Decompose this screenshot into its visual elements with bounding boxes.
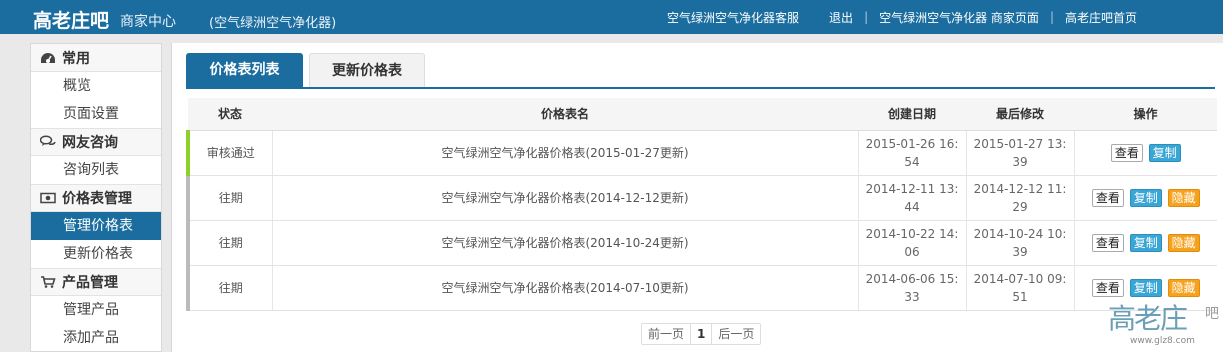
table-header-row: 状态 价格表名 创建日期 最后修改 操作 <box>188 98 1217 131</box>
created-date: 2014-10-22 14:06 <box>858 220 967 266</box>
table-row: 往期 空气绿洲空气净化器价格表(2014-07-10更新) 2014-06-06… <box>186 265 1217 311</box>
money-icon <box>40 191 56 205</box>
copy-button[interactable]: 复制 <box>1129 233 1162 252</box>
sidebar-section-title: 网友咨询 <box>62 135 118 151</box>
watermark-logo-tail: 吧 <box>1205 306 1219 322</box>
sidebar-item-page-settings[interactable]: 页面设置 <box>31 100 161 128</box>
column-header-created: 创建日期 <box>858 98 966 131</box>
watermark-url: www.glz8.com <box>1130 336 1195 346</box>
logout-link[interactable]: 退出 <box>829 9 853 26</box>
current-page[interactable]: 1 <box>691 324 713 344</box>
tab-update-price-list[interactable]: 更新价格表 <box>309 53 425 88</box>
sidebar: 常用 概览 页面设置 网友咨询 咨询列表 价格表管理 管理价格表 更新价格表 产… <box>30 43 162 352</box>
tab-price-list[interactable]: 价格表列表 <box>186 53 303 88</box>
copy-button[interactable]: 复制 <box>1148 143 1181 162</box>
view-button[interactable]: 查看 <box>1110 143 1143 162</box>
price-list-table: 状态 价格表名 创建日期 最后修改 操作 审核通过 空气绿洲空气净化器价格表(2… <box>186 98 1217 311</box>
site-home-link[interactable]: 高老庄吧首页 <box>1065 9 1137 26</box>
status-cell: 往期 <box>186 265 273 311</box>
sidebar-section-common: 常用 <box>31 44 161 72</box>
pagination: 前一页 1 后一页 <box>641 323 762 345</box>
top-links: 空气绿洲空气净化器客服 退出 | 空气绿洲空气净化器 商家页面 | 高老庄吧首页 <box>667 0 1223 34</box>
status-cell: 往期 <box>186 220 273 266</box>
sidebar-section-title: 常用 <box>62 50 90 67</box>
actions-cell: 查看 复制 隐藏 <box>1074 175 1217 221</box>
top-bar: 高老庄吧 商家中心 (空气绿洲空气净化器) 空气绿洲空气净化器客服 退出 | 空… <box>0 0 1223 34</box>
shop-page-link[interactable]: 空气绿洲空气净化器 商家页面 <box>879 9 1039 26</box>
watermark-logo: 高老庄 <box>1108 302 1188 335</box>
next-page-button[interactable]: 后一页 <box>712 324 760 344</box>
cart-icon <box>40 275 56 289</box>
sidebar-section-products: 产品管理 <box>31 268 161 296</box>
price-list-name: 空气绿洲空气净化器价格表(2014-07-10更新) <box>272 265 859 311</box>
sidebar-item-manage-price-lists[interactable]: 管理价格表 <box>31 212 161 240</box>
price-list-name: 空气绿洲空气净化器价格表(2014-10-24更新) <box>272 220 859 266</box>
price-list-name: 空气绿洲空气净化器价格表(2015-01-27更新) <box>272 130 859 176</box>
created-date: 2015-01-26 16:54 <box>858 130 967 176</box>
sidebar-section-price-lists: 价格表管理 <box>31 184 161 212</box>
customer-service-link[interactable]: 空气绿洲空气净化器客服 <box>667 9 799 26</box>
table-row: 往期 空气绿洲空气净化器价格表(2014-12-12更新) 2014-12-11… <box>186 175 1217 221</box>
actions-cell: 查看 复制 <box>1074 130 1217 176</box>
main-panel: 价格表列表 更新价格表 状态 价格表名 创建日期 最后修改 操作 审核通过 空气… <box>171 43 1223 352</box>
sidebar-section-title: 价格表管理 <box>62 191 132 207</box>
status-cell: 审核通过 <box>186 130 273 176</box>
brand-logo[interactable]: 高老庄吧 <box>33 6 109 33</box>
modified-date: 2014-10-24 10:39 <box>966 220 1075 266</box>
sidebar-section-inquiries: 网友咨询 <box>31 128 161 156</box>
view-button[interactable]: 查看 <box>1091 233 1124 252</box>
divider: | <box>864 10 869 24</box>
column-header-status: 状态 <box>188 98 272 131</box>
sidebar-item-overview[interactable]: 概览 <box>31 72 161 100</box>
prev-page-button[interactable]: 前一页 <box>642 324 692 344</box>
copy-button[interactable]: 复制 <box>1129 188 1162 207</box>
column-header-name: 价格表名 <box>272 98 858 131</box>
hide-button[interactable]: 隐藏 <box>1167 188 1200 207</box>
column-header-actions: 操作 <box>1074 98 1217 131</box>
shop-name: (空气绿洲空气净化器) <box>209 16 337 31</box>
modified-date: 2014-12-12 11:29 <box>966 175 1075 221</box>
tab-bar: 价格表列表 更新价格表 <box>186 53 425 88</box>
chat-icon <box>40 135 56 149</box>
table-row: 审核通过 空气绿洲空气净化器价格表(2015-01-27更新) 2015-01-… <box>186 130 1217 176</box>
merchant-center-label: 商家中心 <box>120 14 176 30</box>
price-list-name: 空气绿洲空气净化器价格表(2014-12-12更新) <box>272 175 859 221</box>
divider: | <box>1049 10 1054 24</box>
table-row: 往期 空气绿洲空气净化器价格表(2014-10-24更新) 2014-10-22… <box>186 220 1217 266</box>
view-button[interactable]: 查看 <box>1091 188 1124 207</box>
sidebar-item-update-price-list[interactable]: 更新价格表 <box>31 240 161 268</box>
sidebar-item-manage-products[interactable]: 管理产品 <box>31 296 161 324</box>
tab-underline <box>186 87 1215 89</box>
sidebar-section-title: 产品管理 <box>62 275 118 291</box>
created-date: 2014-06-06 15:33 <box>858 265 967 311</box>
actions-cell: 查看 复制 隐藏 <box>1074 220 1217 266</box>
modified-date: 2015-01-27 13:39 <box>966 130 1075 176</box>
created-date: 2014-12-11 13:44 <box>858 175 967 221</box>
hide-button[interactable]: 隐藏 <box>1167 233 1200 252</box>
watermark: 高老庄 吧 www.glz8.com <box>1100 295 1223 352</box>
sidebar-item-inquiry-list[interactable]: 咨询列表 <box>31 156 161 184</box>
modified-date: 2014-07-10 09:51 <box>966 265 1075 311</box>
sidebar-item-add-product[interactable]: 添加产品 <box>31 324 161 351</box>
column-header-modified: 最后修改 <box>966 98 1074 131</box>
status-cell: 往期 <box>186 175 273 221</box>
dashboard-icon <box>40 51 56 65</box>
